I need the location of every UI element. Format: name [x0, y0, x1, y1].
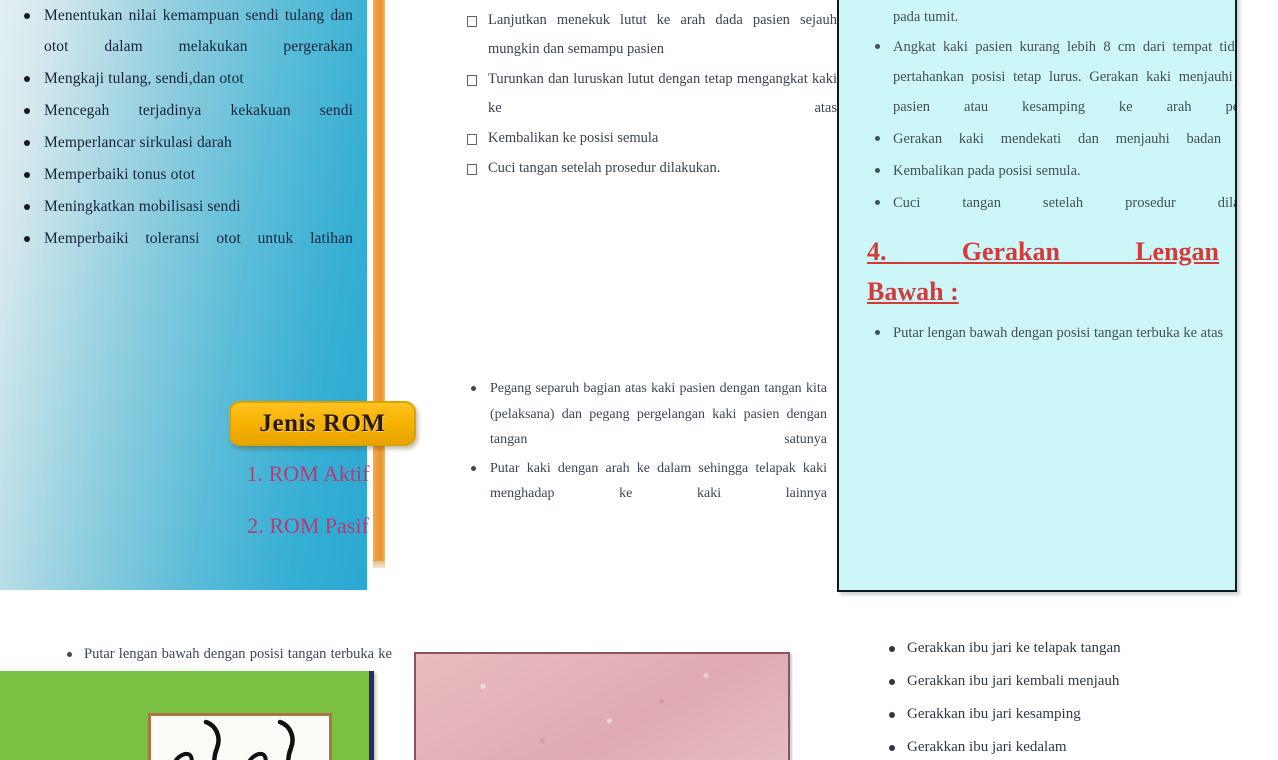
hand-drawing-icon [173, 719, 295, 760]
jenis-rom-badge: Jenis ROM [229, 401, 416, 446]
list-item: Pegang separuh bagian atas kaki pasien d… [465, 376, 827, 453]
list-item: Putar lengan bawah dengan posisi tangan … [867, 318, 1235, 348]
list-item: Memperlancar sirkulasi darah [22, 127, 353, 158]
list-item: Gerakan kaki mendekati dan menjauhi bada… [867, 124, 1235, 154]
list-item: Cuci tangan setelah prosedur dilakukan [867, 188, 1235, 218]
section-heading-4: 4. Gerakan Lengan Bawah : [867, 232, 1223, 312]
list-item: Angkat kaki pasien kurang lebih 8 cm dar… [867, 32, 1235, 122]
right-steps-list: Angkat kaki pasien kurang lebih 8 cm dar… [867, 32, 1235, 218]
list-item: 1. ROM Aktif [246, 461, 370, 486]
heading-text-line2: Bawah : [867, 277, 959, 306]
list-item: Lanjutkan menekuk lutut ke arah dada pas… [465, 6, 837, 64]
list-item: Turunkan dan luruskan lutut dengan tetap… [465, 65, 837, 123]
heading-text-line1: Gerakan Lengan [961, 237, 1219, 266]
middle-checkbox-list: Angkat kaki, tekuk pada lutut dan pangka… [465, 0, 837, 183]
rom-types-list: 1. ROM Aktif 2. ROM Pasif [233, 448, 383, 552]
middle-column: ini Angkat kaki, tekuk pada lutut dan pa… [465, 0, 837, 184]
list-item: Menentukan nilai kemampuan sendi tulang … [22, 0, 353, 62]
pink-photo-panel [414, 652, 790, 760]
continuation-text: pada tumit. [893, 9, 959, 25]
left-objectives-list: Menentukan nilai kemampuan sendi tulang … [0, 0, 367, 254]
list-item: Gerakkan ibu jari kesamping [884, 698, 1264, 731]
list-item: Gerakkan ibu jari kembali menjauh [884, 665, 1264, 698]
right-box-content: pada tumit. Angkat kaki pasien kurang le… [839, 0, 1235, 348]
thumb-movement-list: Gerakkan ibu jari ke telapak tangan Gera… [884, 632, 1264, 760]
list-item: Kembalikan ke posisi semula [465, 124, 837, 153]
list-item: Mencegah terjadinya kekakuan sendi [22, 95, 353, 126]
list-item: Gerakkan ibu jari ke telapak tangan [884, 632, 1264, 665]
list-item: Cuci tangan setelah prosedur dilakukan. [465, 154, 837, 183]
bottom-right-bullets: Gerakkan ibu jari ke telapak tangan Gera… [884, 632, 1264, 760]
list-item: Angkat kaki, tekuk pada lutut dan pangka… [465, 0, 837, 5]
list-item: 2. ROM Pasif [247, 513, 369, 538]
hand-illustration-frame [148, 713, 332, 760]
right-after-heading-list: Putar lengan bawah dengan posisi tangan … [867, 318, 1235, 348]
middle-bullet-list: Pegang separuh bagian atas kaki pasien d… [465, 376, 827, 507]
list-item: Gerakkan ibu jari kedalam [884, 731, 1264, 760]
document-page: Menentukan nilai kemampuan sendi tulang … [0, 0, 1278, 760]
list-item: Putar kaki dengan arah ke dalam sehingga… [465, 456, 827, 507]
right-cyan-box: pada tumit. Angkat kaki pasien kurang le… [837, 0, 1237, 592]
list-item: Mengkaji tulang, sendi,dan otot [22, 63, 353, 94]
jenis-rom-label: Jenis ROM [259, 409, 386, 437]
heading-number: 4. [867, 237, 887, 266]
list-item: Memperbaiki tonus otot [22, 159, 353, 190]
list-item: Kembalikan pada posisi semula. [867, 156, 1235, 186]
list-item: Memperbaiki toleransi otot untuk latihan [22, 223, 353, 254]
middle-lower-list: Pegang separuh bagian atas kaki pasien d… [465, 376, 827, 510]
list-item: Meningkatkan mobilisasi sendi [22, 191, 353, 222]
